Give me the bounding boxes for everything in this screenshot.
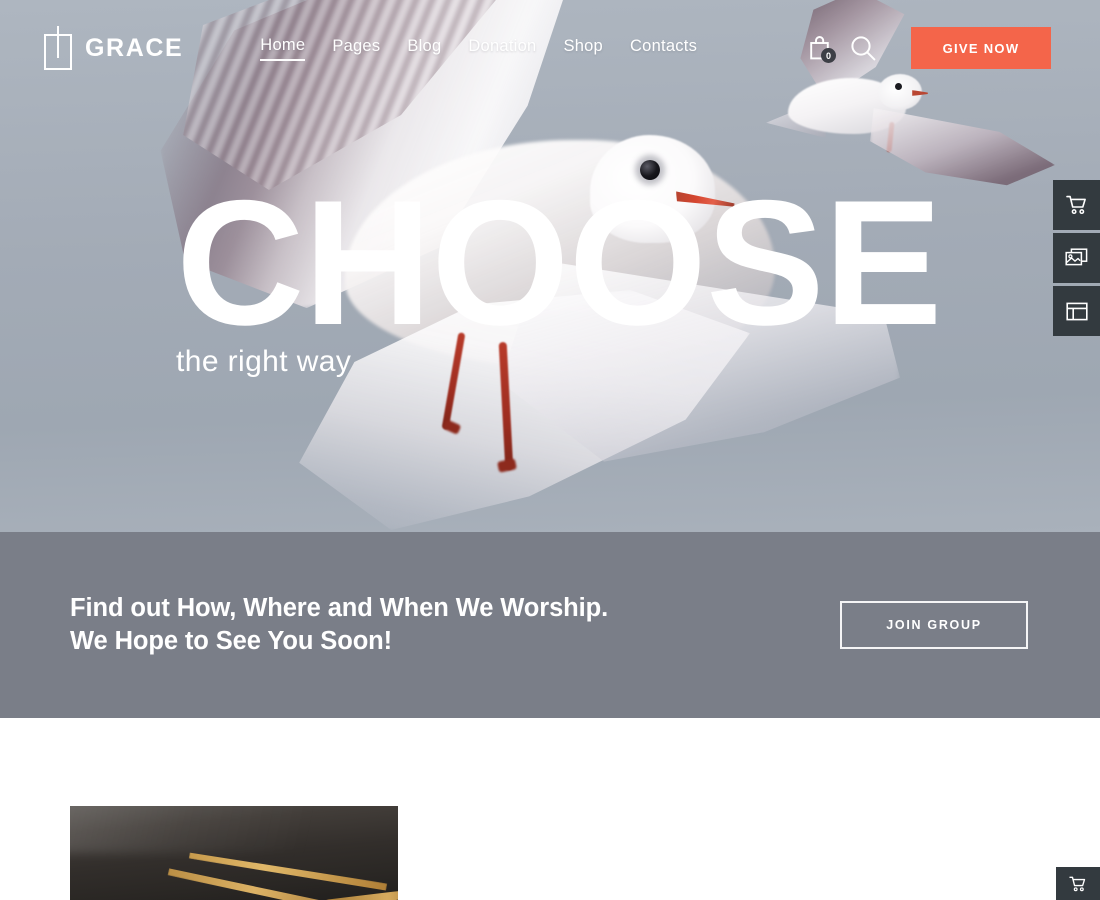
main-navigation: Home Pages Blog Donation Shop Contacts <box>260 36 697 61</box>
search-button[interactable] <box>841 26 885 70</box>
shopping-cart-icon <box>1065 195 1086 215</box>
nav-item-contacts[interactable]: Contacts <box>630 37 697 60</box>
cta-heading-line-1: Find out How, Where and When We Worship. <box>70 593 609 622</box>
side-tab-rail <box>1053 180 1100 339</box>
gallery-tab[interactable] <box>1053 233 1100 283</box>
cta-band: Find out How, Where and When We Worship.… <box>0 532 1100 718</box>
nav-item-home[interactable]: Home <box>260 36 306 61</box>
page-root: GRACE Home Pages Blog Donation Shop Cont… <box>0 0 1100 900</box>
site-header: GRACE Home Pages Blog Donation Shop Cont… <box>0 0 1100 96</box>
layout-tab[interactable] <box>1053 286 1100 336</box>
content-section <box>0 718 1100 900</box>
search-icon <box>851 36 876 61</box>
bible-bookmark-icon <box>44 26 72 70</box>
corner-cart-widget[interactable] <box>1053 864 1100 900</box>
cart-tab[interactable] <box>1053 180 1100 230</box>
give-now-button[interactable]: GIVE NOW <box>911 27 1051 69</box>
nav-item-pages[interactable]: Pages <box>332 37 380 60</box>
hero-title: CHOOSE <box>176 163 942 362</box>
nav-item-shop[interactable]: Shop <box>563 37 603 60</box>
nav-item-blog[interactable]: Blog <box>407 37 441 60</box>
cart-button[interactable]: 0 <box>797 26 841 70</box>
brand-name: GRACE <box>85 33 184 62</box>
join-group-button[interactable]: JOIN GROUP <box>840 601 1028 649</box>
header-actions: 0 GIVE NOW <box>797 26 1100 70</box>
nav-item-donation[interactable]: Donation <box>468 37 536 60</box>
shopping-cart-icon <box>1069 876 1086 891</box>
window-layout-icon <box>1065 302 1088 320</box>
hero-subtitle: the right way <box>176 345 352 378</box>
brand-logo[interactable]: GRACE <box>44 26 183 70</box>
gallery-images-icon <box>1065 248 1088 266</box>
cta-heading-line-2: We Hope to See You Soon! <box>70 627 393 655</box>
cta-heading: Find out How, Where and When We Worship.… <box>70 592 608 658</box>
cart-count-badge: 0 <box>821 48 836 63</box>
content-photo <box>70 806 398 900</box>
